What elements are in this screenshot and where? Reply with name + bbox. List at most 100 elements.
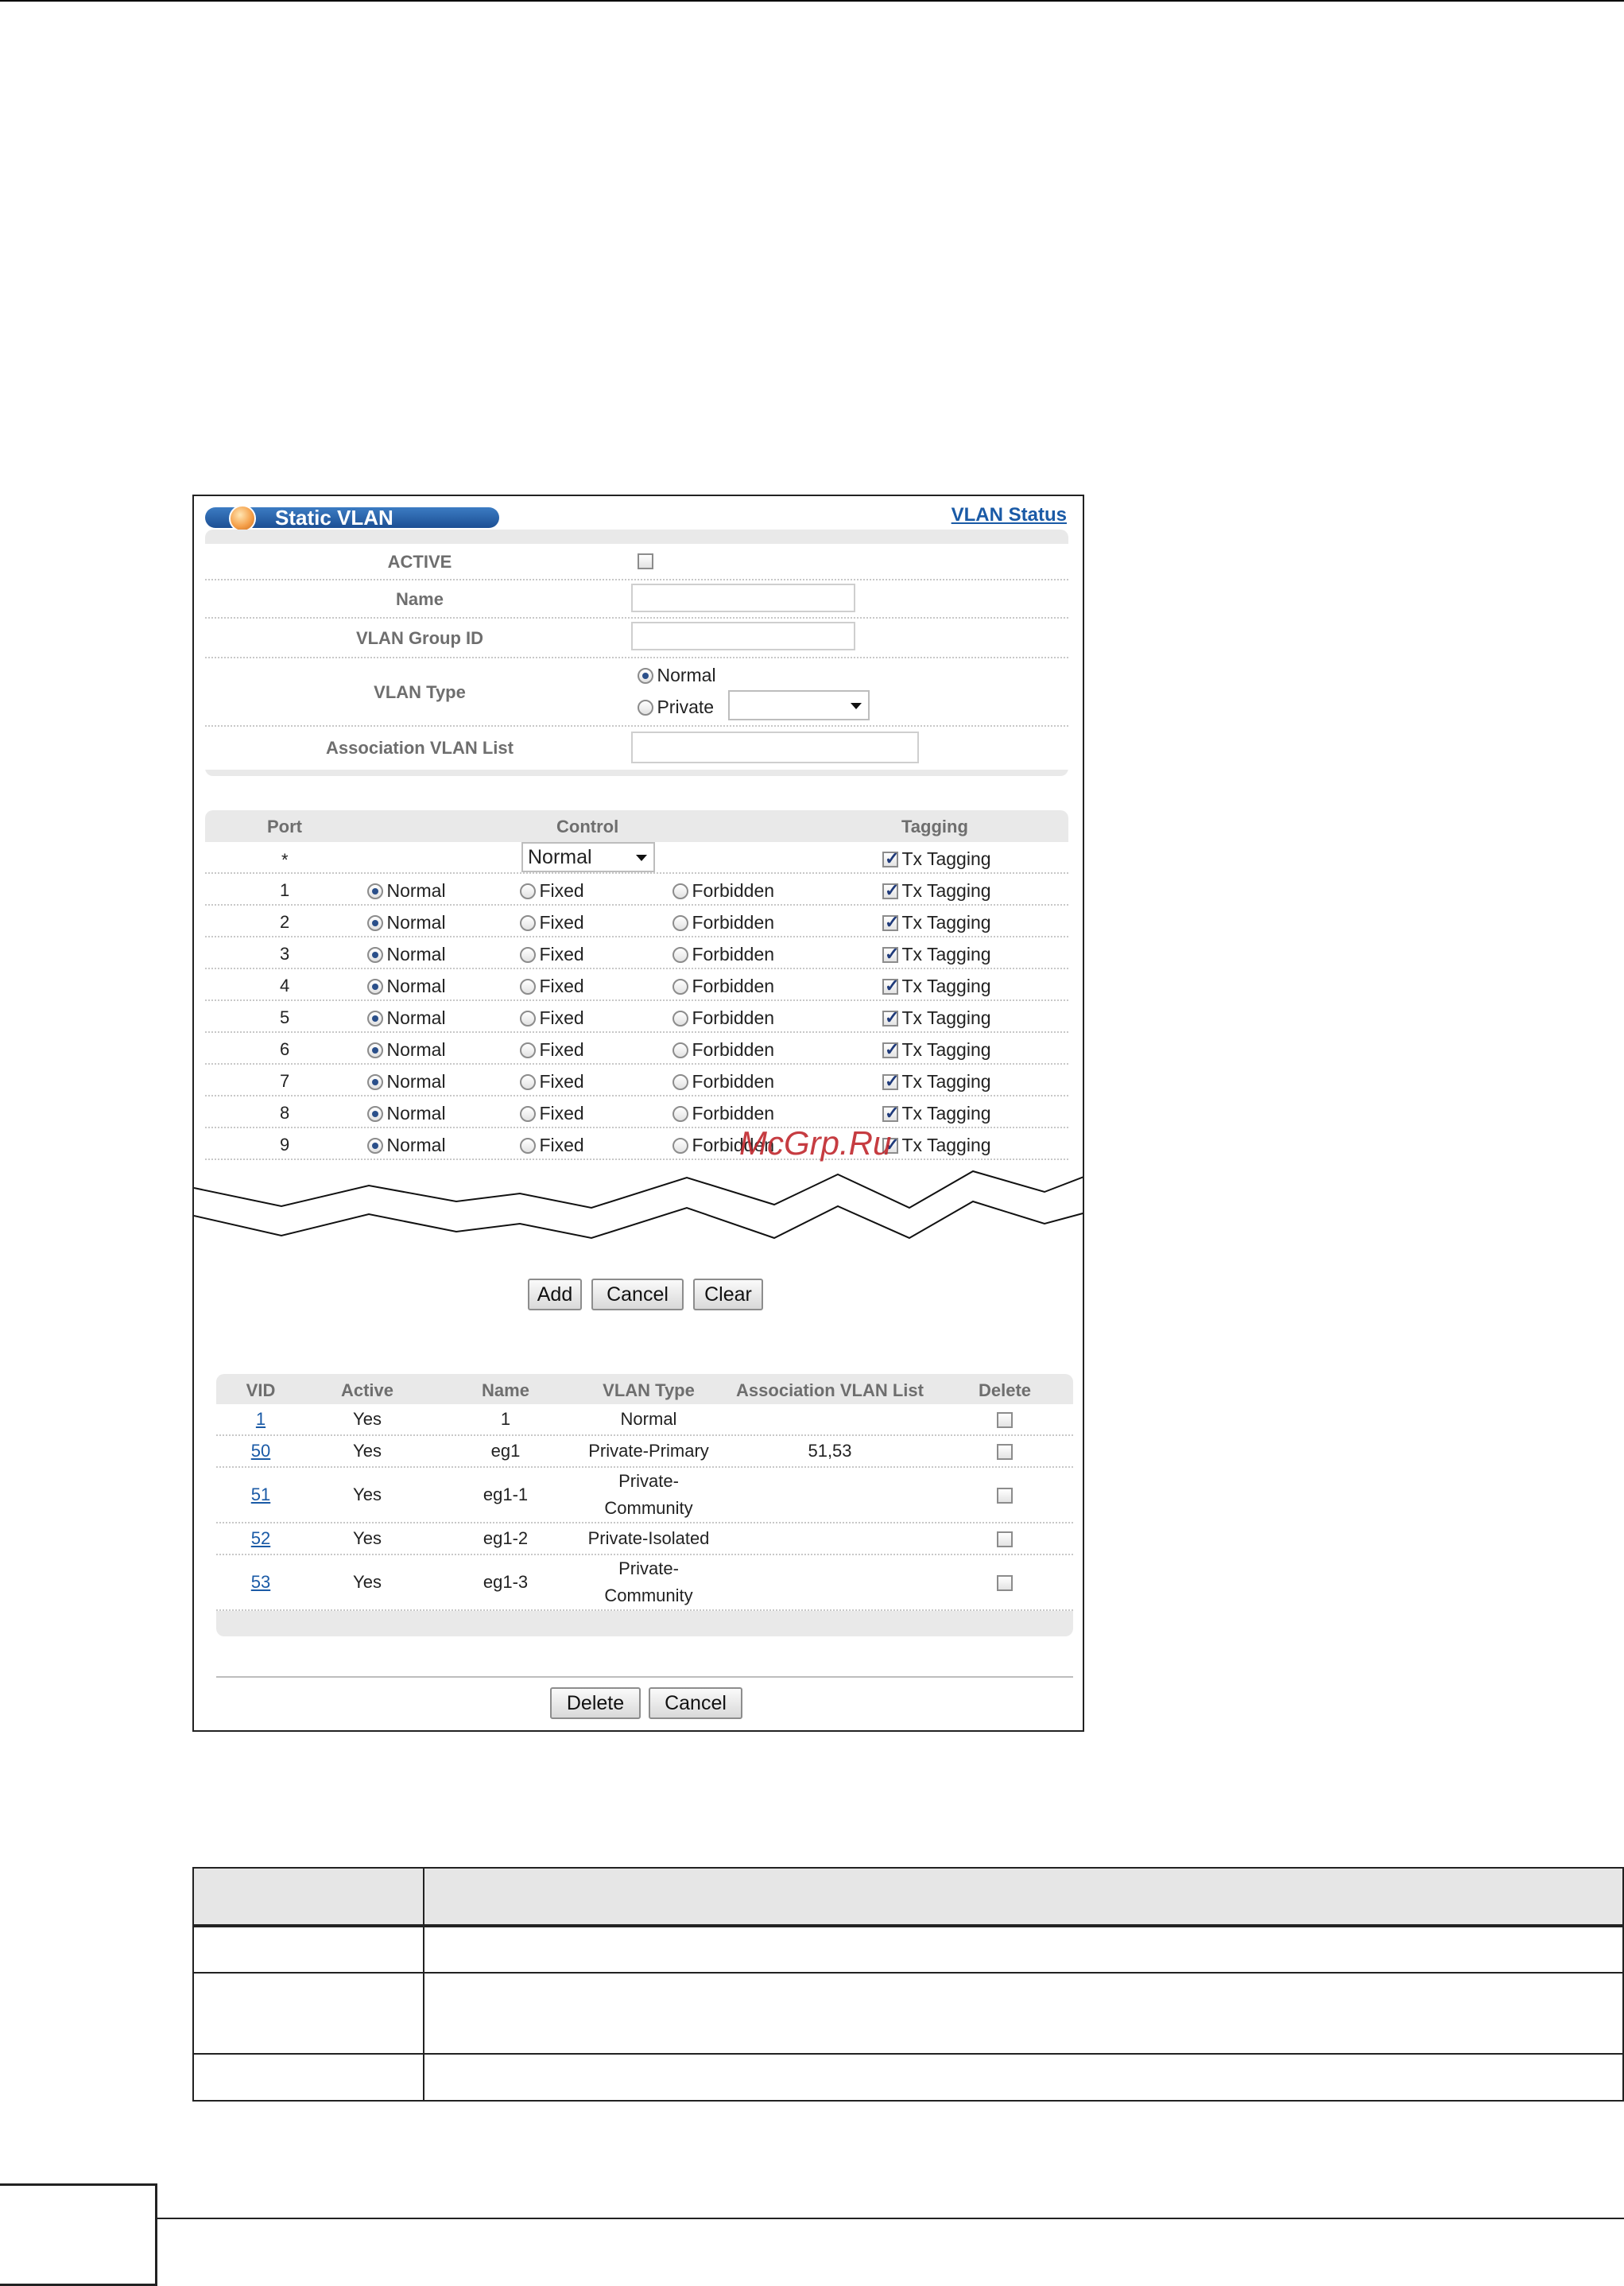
control-forbidden-option[interactable]: Forbidden: [672, 912, 774, 933]
vid-link[interactable]: 1: [256, 1406, 265, 1433]
tx-tagging-checkbox[interactable]: [882, 976, 899, 996]
control-normal-radio[interactable]: [367, 1137, 383, 1154]
vid-link[interactable]: 50: [251, 1438, 270, 1465]
delete-checkbox[interactable]: [997, 1531, 1013, 1548]
tx-tagging-checkbox[interactable]: [882, 1071, 899, 1092]
control-normal-radio[interactable]: [367, 946, 383, 963]
control-fixed-radio[interactable]: [520, 1010, 536, 1027]
control-fixed-radio[interactable]: [520, 914, 536, 931]
control-normal-option[interactable]: Normal: [367, 1039, 446, 1061]
control-forbidden-radio[interactable]: [672, 978, 688, 995]
control-forbidden-option[interactable]: Forbidden: [672, 976, 774, 997]
control-fixed-radio[interactable]: [520, 978, 536, 995]
tx-tagging-checkbox[interactable]: [882, 1103, 899, 1124]
control-fixed-radio[interactable]: [520, 883, 536, 899]
tx-tagging-option[interactable]: Tx Tagging: [882, 880, 991, 902]
control-fixed-radio[interactable]: [520, 946, 536, 963]
control-normal-option[interactable]: Normal: [367, 976, 446, 997]
cancel-delete-button[interactable]: Cancel: [649, 1687, 742, 1719]
control-normal-option[interactable]: Normal: [367, 1007, 446, 1029]
tx-tagging-option[interactable]: Tx Tagging: [882, 976, 991, 997]
vid-link[interactable]: 51: [251, 1481, 270, 1508]
control-forbidden-option[interactable]: Forbidden: [672, 1071, 774, 1093]
delete-checkbox[interactable]: [997, 1488, 1013, 1504]
tx-tagging-checkbox[interactable]: [882, 880, 899, 901]
control-forbidden-radio[interactable]: [672, 1042, 688, 1058]
control-fixed-option[interactable]: Fixed: [520, 1135, 584, 1156]
control-fixed-radio[interactable]: [520, 1137, 536, 1154]
control-normal-radio[interactable]: [367, 1073, 383, 1090]
delete-checkbox-cell[interactable]: [997, 1481, 1013, 1508]
vid-link[interactable]: 53: [251, 1569, 270, 1596]
control-fixed-option[interactable]: Fixed: [520, 944, 584, 965]
tagging-all-option[interactable]: Tx Tagging: [882, 848, 991, 870]
control-normal-option[interactable]: Normal: [367, 912, 446, 933]
control-forbidden-radio[interactable]: [672, 1010, 688, 1027]
control-forbidden-option[interactable]: Forbidden: [672, 1039, 774, 1061]
delete-checkbox[interactable]: [997, 1444, 1013, 1461]
control-fixed-option[interactable]: Fixed: [520, 912, 584, 933]
tx-tagging-option[interactable]: Tx Tagging: [882, 1103, 991, 1124]
vid-link[interactable]: 52: [251, 1525, 270, 1552]
control-fixed-radio[interactable]: [520, 1073, 536, 1090]
control-normal-option[interactable]: Normal: [367, 880, 446, 902]
add-button[interactable]: Add: [528, 1279, 582, 1310]
tx-tagging-option[interactable]: Tx Tagging: [882, 1071, 991, 1093]
tx-tagging-option[interactable]: Tx Tagging: [882, 1039, 991, 1061]
control-fixed-radio[interactable]: [520, 1105, 536, 1122]
active-checkbox[interactable]: [638, 553, 653, 569]
control-normal-option[interactable]: Normal: [367, 1071, 446, 1093]
type-private-radio[interactable]: [638, 699, 653, 716]
control-fixed-radio[interactable]: [520, 1042, 536, 1058]
control-forbidden-radio[interactable]: [672, 1137, 688, 1154]
delete-checkbox-cell[interactable]: [997, 1406, 1013, 1433]
tx-tagging-option[interactable]: Tx Tagging: [882, 912, 991, 933]
control-fixed-option[interactable]: Fixed: [520, 1039, 584, 1061]
control-forbidden-option[interactable]: Forbidden: [672, 944, 774, 965]
type-normal-radio[interactable]: [638, 667, 653, 684]
control-forbidden-radio[interactable]: [672, 914, 688, 931]
control-forbidden-option[interactable]: Forbidden: [672, 1103, 774, 1124]
tx-tagging-checkbox[interactable]: [882, 944, 899, 964]
control-fixed-option[interactable]: Fixed: [520, 1103, 584, 1124]
control-forbidden-option[interactable]: Forbidden: [672, 1007, 774, 1029]
tx-tagging-checkbox[interactable]: [882, 912, 899, 933]
control-fixed-option[interactable]: Fixed: [520, 976, 584, 997]
control-normal-radio[interactable]: [367, 978, 383, 995]
control-fixed-option[interactable]: Fixed: [520, 1071, 584, 1093]
delete-button[interactable]: Delete: [550, 1687, 641, 1719]
control-forbidden-radio[interactable]: [672, 1105, 688, 1122]
tx-tagging-checkbox[interactable]: [882, 1039, 899, 1060]
control-forbidden-option[interactable]: Forbidden: [672, 880, 774, 902]
private-type-select[interactable]: [728, 690, 870, 720]
clear-button[interactable]: Clear: [693, 1279, 763, 1310]
control-all-select[interactable]: Normal: [521, 842, 655, 872]
control-forbidden-radio[interactable]: [672, 946, 688, 963]
control-normal-radio[interactable]: [367, 1042, 383, 1058]
name-input[interactable]: [631, 584, 855, 612]
control-normal-option[interactable]: Normal: [367, 1103, 446, 1124]
control-normal-radio[interactable]: [367, 883, 383, 899]
tx-tagging-option[interactable]: Tx Tagging: [882, 1007, 991, 1029]
cancel-button[interactable]: Cancel: [591, 1279, 684, 1310]
tx-tagging-option[interactable]: Tx Tagging: [882, 944, 991, 965]
control-forbidden-radio[interactable]: [672, 883, 688, 899]
delete-checkbox-cell[interactable]: [997, 1569, 1013, 1596]
control-normal-option[interactable]: Normal: [367, 944, 446, 965]
tagging-all-checkbox[interactable]: [882, 848, 899, 869]
delete-checkbox[interactable]: [997, 1412, 1013, 1429]
control-fixed-option[interactable]: Fixed: [520, 1007, 584, 1029]
type-normal-option[interactable]: Normal: [638, 665, 716, 686]
tx-tagging-option[interactable]: Tx Tagging: [882, 1135, 991, 1156]
type-private-option[interactable]: Private: [638, 697, 714, 718]
delete-checkbox[interactable]: [997, 1575, 1013, 1592]
control-normal-radio[interactable]: [367, 1105, 383, 1122]
control-forbidden-radio[interactable]: [672, 1073, 688, 1090]
vlan-status-link[interactable]: VLAN Status: [952, 504, 1067, 526]
control-fixed-option[interactable]: Fixed: [520, 880, 584, 902]
delete-checkbox-cell[interactable]: [997, 1525, 1013, 1552]
vlan-group-id-input[interactable]: [631, 622, 855, 650]
control-normal-option[interactable]: Normal: [367, 1135, 446, 1156]
association-vlan-list-input[interactable]: [631, 732, 919, 763]
delete-checkbox-cell[interactable]: [997, 1438, 1013, 1465]
